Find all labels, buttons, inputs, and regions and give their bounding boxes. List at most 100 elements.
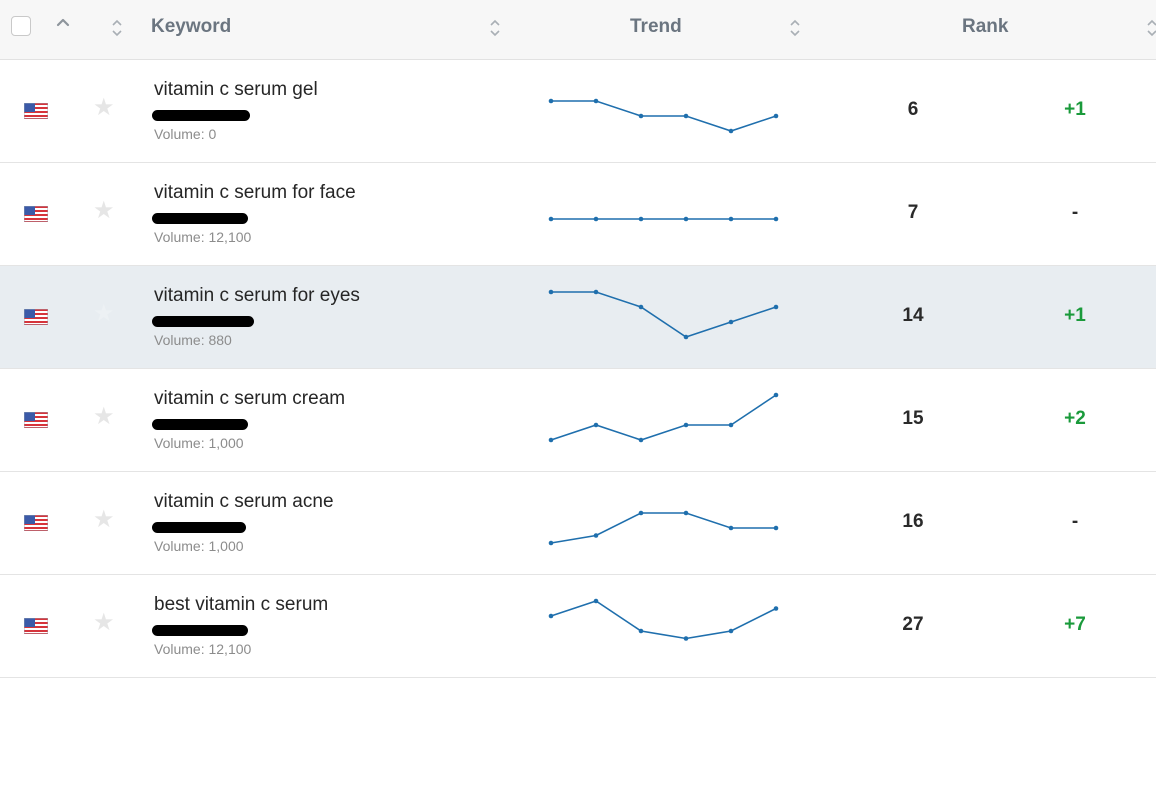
trend-point — [728, 319, 734, 325]
trend-sparkline — [548, 98, 779, 134]
star-icon[interactable]: ★ — [93, 96, 115, 120]
keyword-name[interactable]: vitamin c serum gel — [154, 79, 318, 101]
rank-change: - — [1071, 202, 1079, 223]
keyword-name[interactable]: vitamin c serum for eyes — [154, 285, 360, 307]
trend-point — [728, 525, 734, 531]
trend-sparkline — [548, 510, 779, 546]
column-header-keyword[interactable]: Keyword — [151, 16, 231, 38]
trend-line — [550, 394, 777, 441]
keyword-name[interactable]: vitamin c serum for face — [154, 182, 356, 204]
star-icon[interactable]: ★ — [93, 405, 115, 429]
trend-point — [548, 613, 554, 619]
trend-sparkline — [548, 598, 779, 641]
trend-point — [548, 216, 554, 222]
trend-line — [551, 100, 777, 132]
redacted-url — [152, 625, 248, 636]
table-row[interactable]: ★ vitamin c serum gel Volume: 0 6 +1 — [0, 60, 1156, 163]
trend-point — [593, 533, 599, 538]
keyword-volume: Volume: 12,100 — [154, 641, 252, 657]
table-row[interactable]: ★ vitamin c serum for eyes Volume: 880 1… — [0, 266, 1156, 369]
rank-value: 14 — [902, 305, 924, 326]
redacted-url — [152, 110, 250, 121]
us-flag-icon — [24, 515, 48, 531]
caret-up-icon[interactable] — [55, 14, 71, 30]
rank-change: - — [1071, 511, 1079, 532]
rank-value: 16 — [902, 511, 924, 532]
trend-point — [593, 216, 599, 222]
table-row[interactable]: ★ vitamin c serum for face Volume: 12,10… — [0, 163, 1156, 266]
keyword-name[interactable]: vitamin c serum cream — [154, 388, 345, 410]
keyword-sort-icon[interactable] — [489, 18, 501, 38]
trend-point — [728, 628, 734, 634]
keyword-name[interactable]: vitamin c serum acne — [154, 491, 334, 513]
trend-point — [683, 216, 689, 222]
table-row[interactable]: ★ best vitamin c serum Volume: 12,100 27… — [0, 575, 1156, 678]
trend-point — [593, 598, 599, 604]
trend-line — [550, 512, 776, 544]
trend-point — [773, 216, 779, 222]
trend-point — [773, 304, 779, 310]
trend-point — [638, 510, 644, 516]
trend-point — [728, 216, 734, 222]
trend-line — [550, 600, 777, 640]
trend-point — [683, 422, 689, 428]
us-flag-icon — [24, 309, 48, 325]
trend-point — [728, 422, 734, 428]
select-all-checkbox[interactable] — [11, 16, 31, 36]
trend-sparkline — [548, 392, 779, 443]
redacted-url — [152, 213, 248, 224]
sort-icon[interactable] — [111, 18, 123, 38]
trend-point — [593, 98, 599, 104]
trend-point — [773, 525, 779, 531]
us-flag-icon — [24, 412, 48, 428]
column-header-rank[interactable]: Rank — [962, 16, 1008, 38]
rank-value: 6 — [907, 99, 919, 120]
trend-point — [728, 128, 734, 134]
trend-sparkline — [548, 289, 779, 340]
redacted-url — [152, 419, 248, 430]
rank-change: +1 — [1064, 99, 1086, 120]
trend-point — [548, 289, 554, 295]
keyword-volume: Volume: 1,000 — [154, 538, 244, 554]
keyword-volume: Volume: 12,100 — [154, 229, 252, 245]
trend-point — [683, 510, 689, 516]
keyword-name[interactable]: best vitamin c serum — [154, 594, 328, 616]
us-flag-icon — [24, 103, 48, 119]
trend-point — [548, 540, 554, 546]
table-header: Keyword Trend Rank — [0, 0, 1156, 60]
trend-point — [548, 437, 554, 443]
rank-sort-icon[interactable] — [1146, 18, 1156, 38]
trend-point — [683, 636, 689, 641]
us-flag-icon — [24, 618, 48, 634]
rank-change: +2 — [1064, 408, 1086, 429]
trend-line — [551, 291, 777, 338]
keyword-volume: Volume: 880 — [154, 332, 232, 348]
table-row[interactable]: ★ vitamin c serum cream Volume: 1,000 15… — [0, 369, 1156, 472]
keyword-volume: Volume: 0 — [154, 126, 217, 142]
star-icon[interactable]: ★ — [93, 302, 115, 326]
trend-point — [638, 113, 644, 119]
trend-sort-icon[interactable] — [789, 18, 801, 38]
rank-change: +7 — [1064, 614, 1086, 635]
trend-point — [638, 628, 644, 634]
trend-sparkline — [548, 216, 779, 222]
star-icon[interactable]: ★ — [93, 508, 115, 532]
trend-point — [638, 304, 644, 310]
table-row[interactable]: ★ vitamin c serum acne Volume: 1,000 16 … — [0, 472, 1156, 575]
star-icon[interactable]: ★ — [93, 199, 115, 223]
star-icon[interactable]: ★ — [93, 611, 115, 635]
keyword-volume: Volume: 1,000 — [154, 435, 244, 451]
trend-point — [773, 392, 779, 398]
trend-point — [548, 98, 554, 104]
trend-point — [638, 216, 644, 222]
column-header-trend[interactable]: Trend — [630, 16, 682, 38]
us-flag-icon — [24, 206, 48, 222]
keyword-table: Keyword Trend Rank ★ vitamin c serum gel… — [0, 0, 1156, 678]
redacted-url — [152, 522, 246, 533]
table-body: ★ vitamin c serum gel Volume: 0 6 +1 ★ v… — [0, 60, 1156, 678]
trend-point — [683, 113, 689, 119]
trend-point — [593, 289, 599, 295]
trend-point — [773, 606, 779, 611]
rank-value: 15 — [902, 408, 924, 429]
rank-value: 27 — [902, 614, 924, 635]
